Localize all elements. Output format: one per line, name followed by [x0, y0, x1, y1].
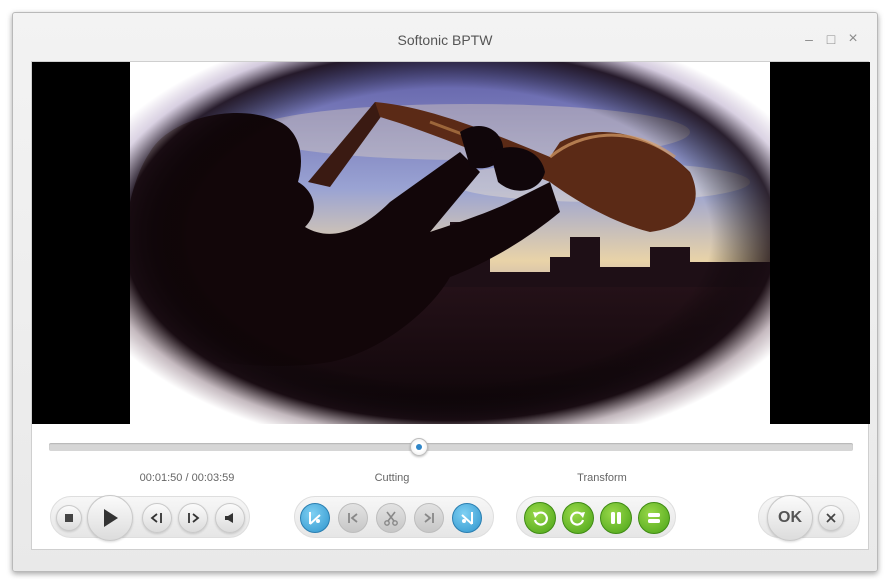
cut-button[interactable]: [376, 503, 406, 533]
go-to-start-icon: [348, 513, 358, 523]
maximize-icon[interactable]: □: [823, 31, 839, 47]
video-preview[interactable]: [32, 62, 870, 424]
go-to-start-button[interactable]: [338, 503, 368, 533]
flip-vertical-button[interactable]: [638, 502, 670, 534]
volume-button[interactable]: [215, 503, 245, 533]
window-title: Softonic BPTW: [397, 32, 493, 48]
time-display: 00:01:50 / 00:03:59: [139, 472, 235, 484]
rotate-right-button[interactable]: [562, 502, 594, 534]
stop-icon: [65, 514, 73, 522]
transform-label: Transform: [577, 472, 627, 484]
rotate-right-icon: [570, 511, 585, 526]
cancel-button[interactable]: [818, 505, 844, 531]
play-icon: [104, 509, 118, 527]
go-to-end-button[interactable]: [414, 503, 444, 533]
go-to-end-icon: [424, 513, 434, 523]
rotate-left-button[interactable]: [524, 502, 556, 534]
play-button[interactable]: [87, 495, 133, 541]
seek-thumb[interactable]: [409, 438, 428, 456]
close-icon[interactable]: ×: [845, 31, 861, 47]
minimize-icon[interactable]: –: [801, 31, 817, 47]
rotate-left-icon: [533, 511, 548, 526]
volume-icon: [225, 513, 233, 523]
scissors-icon: [384, 511, 398, 526]
video-frame: [130, 62, 770, 424]
editor-panel: 00:01:50 / 00:03:59 Cutting Transform OK: [31, 61, 870, 550]
mark-start-icon: [309, 512, 321, 525]
seek-track[interactable]: [49, 443, 853, 451]
cutting-label: Cutting: [374, 472, 410, 484]
next-frame-button[interactable]: [178, 503, 208, 533]
flip-horizontal-icon: [611, 512, 621, 524]
ok-button[interactable]: OK: [767, 495, 813, 541]
cancel-icon: [826, 513, 836, 523]
previous-frame-button[interactable]: [142, 503, 172, 533]
seek-bar[interactable]: [49, 438, 853, 456]
flip-vertical-icon: [648, 513, 660, 523]
previous-frame-icon: [150, 513, 162, 523]
app-window: Softonic BPTW – □ × 00:01:50 / 00:03:59 …: [12, 12, 878, 572]
mark-end-icon: [461, 512, 473, 525]
flip-horizontal-button[interactable]: [600, 502, 632, 534]
ok-label: OK: [778, 509, 802, 526]
stop-button[interactable]: [56, 505, 82, 531]
next-frame-icon: [188, 513, 200, 523]
video-frame-image: [130, 62, 770, 424]
title-bar[interactable]: Softonic BPTW – □ ×: [13, 13, 877, 61]
mark-start-button[interactable]: [300, 503, 330, 533]
mark-end-button[interactable]: [452, 503, 482, 533]
